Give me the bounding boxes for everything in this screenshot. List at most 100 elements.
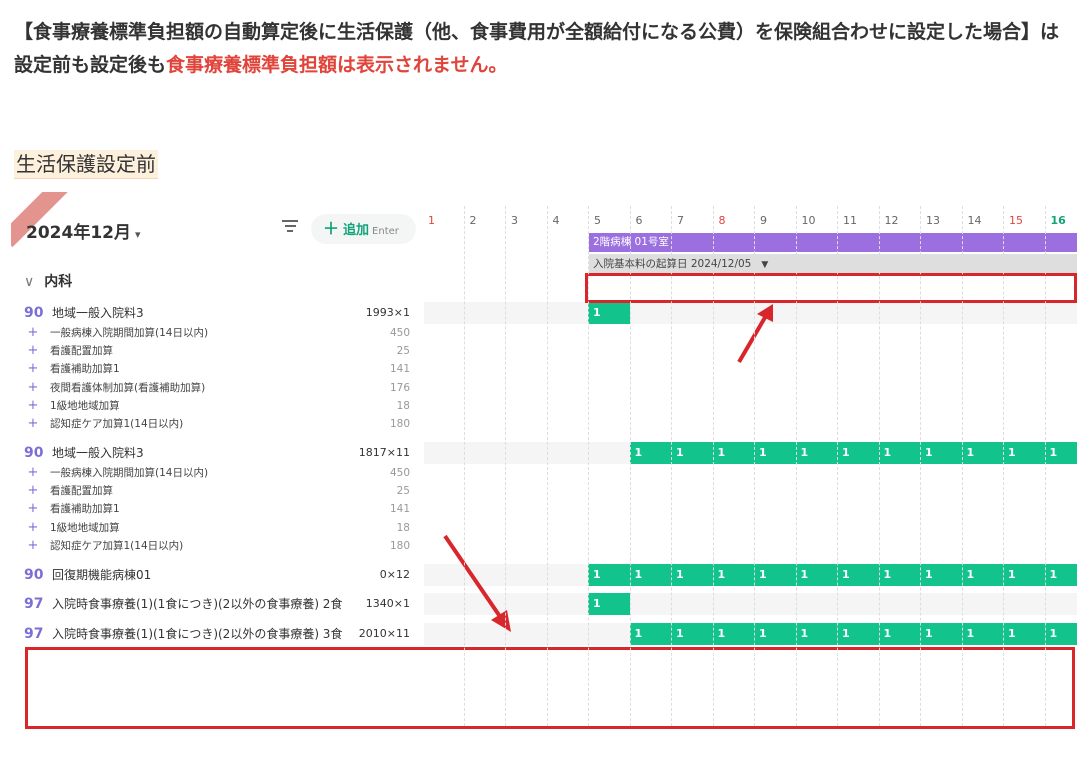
order-addon-row[interactable]: + 一般病棟入院期間加算(14日以内) 450 <box>24 464 410 482</box>
order-addon-row[interactable]: + 看護補助加算1 141 <box>24 500 410 518</box>
calendar-cell[interactable]: 1 <box>1003 623 1045 645</box>
order-row[interactable]: 97 入院時食事療養(1)(1食につき)(2以外の食事療養) 3食 2010×11 <box>24 623 410 645</box>
order-addon-row[interactable]: +1級地地域加算 18 <box>24 397 410 415</box>
order-addon-row[interactable]: + 看護配置加算 25 <box>24 482 410 500</box>
calendar-cell[interactable]: 1 <box>920 564 962 586</box>
calendar-cell[interactable]: 1 <box>754 623 796 645</box>
calendar-cell[interactable]: 1 <box>629 564 671 586</box>
calendar-cell[interactable]: 1 <box>961 564 1003 586</box>
calendar-cell[interactable]: 1 <box>671 442 713 464</box>
calendar-cell[interactable]: 1 <box>961 442 1003 464</box>
calendar-cell[interactable]: 1 <box>837 442 879 464</box>
order-addon-row[interactable]: + 認知症ケア加算1(14日以内) 180 <box>24 537 410 555</box>
calendar-cell[interactable]: 1 <box>961 623 1003 645</box>
calendar-cell[interactable]: 1 <box>1003 564 1045 586</box>
calendar-day-11[interactable]: 11 <box>839 214 880 227</box>
caret-down-icon: ▼ <box>761 260 769 270</box>
addon-points: 18 <box>396 521 410 534</box>
calendar-cell[interactable]: 1 <box>837 623 879 645</box>
calendar-cell[interactable]: 1 <box>795 442 837 464</box>
calendar-day-6[interactable]: 6 <box>632 214 673 227</box>
calendar-cell[interactable]: 1 <box>878 623 920 645</box>
order-addon-row[interactable]: +1級地地域加算 18 <box>24 519 410 537</box>
addon-points: 25 <box>396 345 410 358</box>
calendar-day-7[interactable]: 7 <box>673 214 714 227</box>
arrow-icon <box>443 534 511 632</box>
calendar-day-12[interactable]: 12 <box>881 214 922 227</box>
order-addon-row[interactable]: + 一般病棟入院期間加算(14日以内) 450 <box>24 324 410 342</box>
calendar-grid-line <box>505 206 506 726</box>
calendar-day-5[interactable]: 5 <box>590 214 631 227</box>
calendar-cell[interactable]: 1 <box>795 564 837 586</box>
calendar-day-1[interactable]: 1 <box>424 214 465 227</box>
order-row[interactable]: 90 回復期機能病棟01 0×12 <box>24 564 410 586</box>
calendar-cell[interactable]: 1 <box>878 442 920 464</box>
addon-points: 18 <box>396 399 410 412</box>
order-code: 90 <box>24 305 44 321</box>
calendar-cell[interactable]: 1 <box>1044 442 1077 464</box>
calendar-day-13[interactable]: 13 <box>922 214 963 227</box>
calendar-day-9[interactable]: 9 <box>756 214 797 227</box>
calendar-day-15[interactable]: 15 <box>1005 214 1046 227</box>
calendar-day-16[interactable]: 16 <box>1047 214 1077 227</box>
order-addon-row[interactable]: + 看護配置加算 25 <box>24 342 410 360</box>
calendar-cell[interactable]: 1 <box>754 564 796 586</box>
addon-points: 141 <box>389 503 410 516</box>
add-button-label: 追加 <box>343 223 370 238</box>
order-name: 回復期機能病棟01 <box>52 568 152 582</box>
calendar-grid-line <box>1003 206 1004 726</box>
calendar-day-8[interactable]: 8 <box>715 214 756 227</box>
calendar-cell[interactable]: 1 <box>712 564 754 586</box>
order-addon-row[interactable]: + 認知症ケア加算1(14日以内) 180 <box>24 415 410 433</box>
order-addon-row[interactable]: + 看護補助加算1 141 <box>24 360 410 378</box>
order-name: 地域一般入院料3 <box>52 446 144 460</box>
department-group[interactable]: ∨ 内科 <box>24 271 72 291</box>
calendar-header: 1 2 3 4 5 6 7 8 9 10 11 12 13 14 15 16 <box>424 214 1077 234</box>
calendar-cell[interactable]: 1 <box>795 623 837 645</box>
plus-icon: + <box>27 379 39 395</box>
calendar-cell[interactable]: 1 <box>1044 623 1077 645</box>
order-points: 0×12 <box>379 568 410 581</box>
calendar-row <box>424 593 1077 615</box>
order-points: 1340×1 <box>365 597 410 610</box>
order-row[interactable]: 90 地域一般入院料3 1817×11 <box>24 442 410 464</box>
calendar-cell[interactable]: 1 <box>588 564 630 586</box>
filter-icon[interactable] <box>282 220 298 234</box>
calendar-cell[interactable]: 1 <box>878 564 920 586</box>
calendar-day-4[interactable]: 4 <box>549 214 590 227</box>
calendar-cell[interactable]: 1 <box>920 442 962 464</box>
calendar-cell[interactable]: 1 <box>712 442 754 464</box>
month-selector[interactable]: 2024年12月 ▾ <box>26 218 141 243</box>
calendar-grid-line <box>878 206 880 726</box>
calendar-cell[interactable]: 1 <box>1044 564 1077 586</box>
order-addon-row[interactable]: + 夜間看護体制加算(看護補助加算) 176 <box>24 379 410 397</box>
order-row[interactable]: 97 入院時食事療養(1)(1食につき)(2以外の食事療養) 2食 1340×1 <box>24 593 410 615</box>
addon-name: 一般病棟入院期間加算(14日以内) <box>50 327 209 339</box>
calendar-cell[interactable]: 1 <box>920 623 962 645</box>
calendar-cell[interactable]: 1 <box>837 564 879 586</box>
arrow-icon <box>737 304 773 364</box>
calendar-day-10[interactable]: 10 <box>798 214 839 227</box>
calendar-cell[interactable]: 1 <box>588 302 630 324</box>
calendar-cell[interactable]: 1 <box>629 623 671 645</box>
calendar-cell[interactable]: 1 <box>671 623 713 645</box>
order-name: 入院時食事療養(1)(1食につき)(2以外の食事療養) 3食 <box>52 627 343 641</box>
plus-icon: + <box>27 483 39 499</box>
calendar-day-3[interactable]: 3 <box>507 214 548 227</box>
billing-calendar-screenshot: 2024年12月 ▾ ＋追加 Enter ∨ 内科 1 2 3 4 5 6 7 8 9 10 11 12 13… <box>11 192 1077 737</box>
addon-name: 看護配置加算 <box>50 485 113 498</box>
order-code: 90 <box>24 445 44 461</box>
calendar-cell[interactable]: 1 <box>1003 442 1045 464</box>
calendar-cell[interactable]: 1 <box>754 442 796 464</box>
add-button[interactable]: ＋追加 Enter <box>311 214 416 244</box>
calendar-day-14[interactable]: 14 <box>964 214 1005 227</box>
plus-icon: + <box>27 519 39 535</box>
order-row[interactable]: 90 地域一般入院料3 1993×1 <box>24 302 410 324</box>
calendar-cell[interactable]: 1 <box>588 593 630 615</box>
calendar-day-2[interactable]: 2 <box>466 214 507 227</box>
plus-icon: + <box>27 325 39 340</box>
calendar-cell[interactable]: 1 <box>629 442 671 464</box>
plus-icon: ＋ <box>323 219 340 238</box>
calendar-cell[interactable]: 1 <box>671 564 713 586</box>
calendar-cell[interactable]: 1 <box>712 623 754 645</box>
